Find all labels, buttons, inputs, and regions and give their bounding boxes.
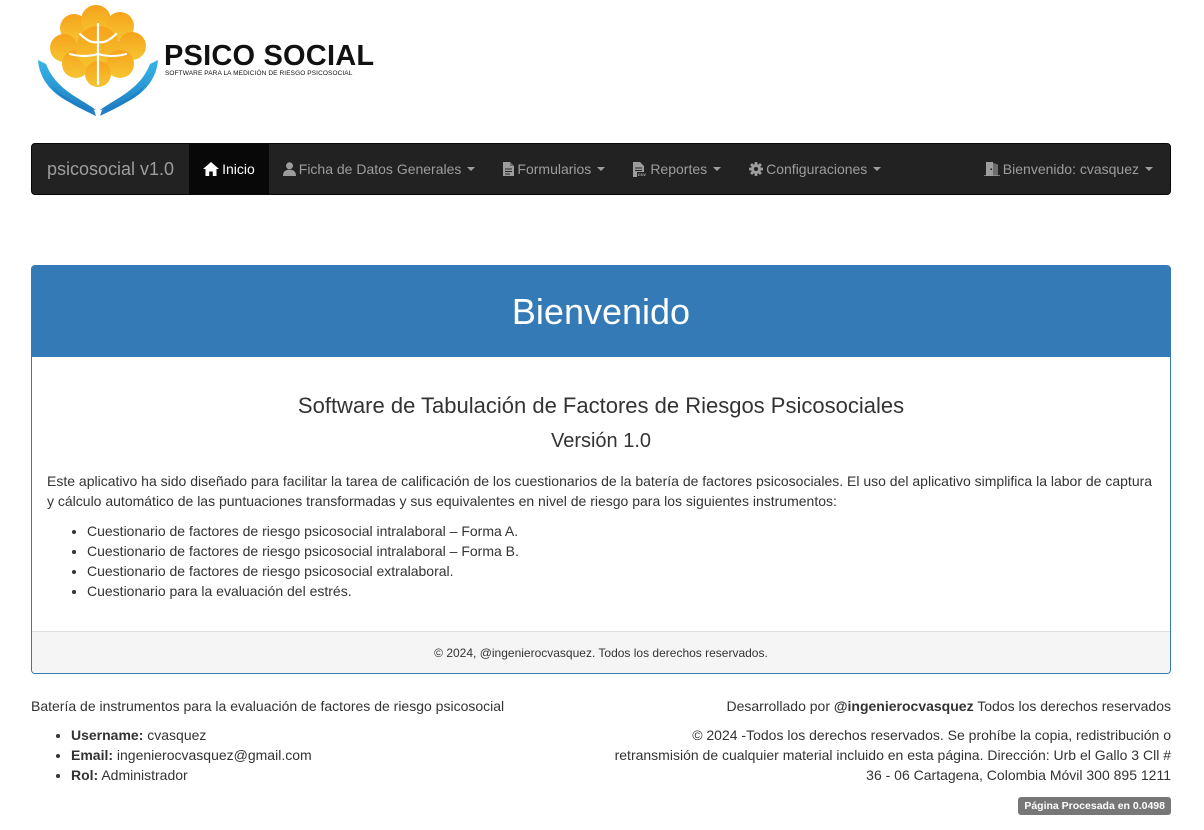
app-logo[interactable]: PSICO SOCIAL SOFTWARE PARA LA MEDICIÓN D… (36, 4, 374, 120)
csv-file-icon: csv (633, 161, 648, 177)
list-item: Cuestionario para la evaluación del estr… (87, 581, 1155, 601)
version-label: Versión 1.0 (550, 430, 652, 452)
nav-item-label: Reportes (650, 161, 708, 177)
software-title: Software de Tabulación de Factores de Ri… (297, 393, 905, 418)
developed-suffix: Todos los derechos reservados (973, 698, 1171, 714)
footer-left: Batería de instrumentos para la evaluaci… (31, 696, 591, 785)
panel-body: Software de Tabulación de Factores de Ri… (32, 393, 1170, 601)
brain-hands-logo-icon (38, 5, 158, 116)
user-menu-label: Bienvenido: cvasquez (1002, 161, 1139, 177)
developed-prefix: Desarrollado por (726, 698, 834, 714)
navbar-brand[interactable]: psicosocial v1.0 (32, 144, 189, 194)
navbar-menu: Inicio Ficha de Datos Generales Formular… (189, 144, 895, 194)
info-label: Email: (71, 747, 114, 763)
logo-subtitle: SOFTWARE PARA LA MEDICIÓN DE RIESGO PSIC… (165, 70, 353, 77)
nav-item-label: Formularios (517, 161, 592, 177)
user-info-role: Rol: Administrador (71, 765, 591, 785)
info-value: cvasquez (143, 727, 207, 743)
info-label: Rol: (71, 767, 99, 783)
developer-name: @ingenierocvasquez (833, 698, 974, 714)
list-item: Cuestionario de factores de riesgo psico… (87, 561, 1155, 581)
info-value: ingenierocvasquez@gmail.com (113, 747, 312, 763)
nav-item-label: Ficha de Datos Generales (298, 161, 462, 177)
panel-footer: © 2024, @ingenierocvasquez. Todos los de… (32, 631, 1170, 673)
developed-by: Desarrollado por @ingenierocvasquez Todo… (611, 696, 1171, 716)
home-icon (203, 162, 220, 176)
list-item: Cuestionario de factores de riesgo psico… (87, 541, 1155, 561)
svg-text:csv: csv (638, 173, 646, 177)
chevron-down-icon (873, 167, 882, 171)
list-item: Cuestionario de factores de riesgo psico… (87, 521, 1155, 541)
chevron-down-icon (1145, 167, 1153, 171)
nav-item-formularios[interactable]: Formularios (489, 144, 619, 194)
processing-time-badge: Página Procesada en 0.0498 (1018, 797, 1171, 815)
nav-item-label: Configuraciones (766, 161, 868, 177)
nav-item-label: Inicio (222, 161, 255, 177)
nav-item-configuraciones[interactable]: Configuraciones (735, 144, 895, 194)
panel-heading: Bienvenido (32, 266, 1170, 357)
chevron-down-icon (467, 167, 476, 171)
logo-title: PSICO SOCIAL (164, 40, 375, 72)
info-label: Username: (71, 727, 144, 743)
user-info-email: Email: ingenierocvasquez@gmail.com (71, 745, 591, 765)
door-open-icon (983, 162, 1000, 176)
file-icon (503, 162, 515, 176)
main-navbar: psicosocial v1.0 Inicio Ficha de Datos G… (31, 143, 1171, 195)
nav-item-ficha-datos-generales[interactable]: Ficha de Datos Generales (269, 144, 490, 194)
description: Este aplicativo ha sido diseñado para fa… (47, 473, 1153, 509)
gear-icon (749, 162, 764, 176)
chevron-down-icon (597, 167, 606, 171)
info-value: Administrador (98, 767, 188, 783)
footer-right: Desarrollado por @ingenierocvasquez Todo… (611, 696, 1171, 785)
nav-item-inicio[interactable]: Inicio (189, 144, 269, 194)
welcome-panel: Bienvenido Software de Tabulación de Fac… (31, 265, 1171, 674)
battery-title: Batería de instrumentos para la evaluaci… (31, 698, 505, 714)
nav-item-reportes[interactable]: csv Reportes (619, 144, 735, 194)
user-info-list: Username: cvasquez Email: ingenierocvasq… (31, 725, 591, 785)
rights-notice: © 2024 -Todos los derechos reservados. S… (614, 727, 1171, 783)
chevron-down-icon (713, 167, 722, 171)
instruments-list: Cuestionario de factores de riesgo psico… (47, 521, 1155, 601)
navbar-right: Bienvenido: cvasquez (969, 144, 1170, 194)
user-info-username: Username: cvasquez (71, 725, 591, 745)
user-icon (282, 162, 296, 176)
user-menu[interactable]: Bienvenido: cvasquez (969, 144, 1153, 194)
